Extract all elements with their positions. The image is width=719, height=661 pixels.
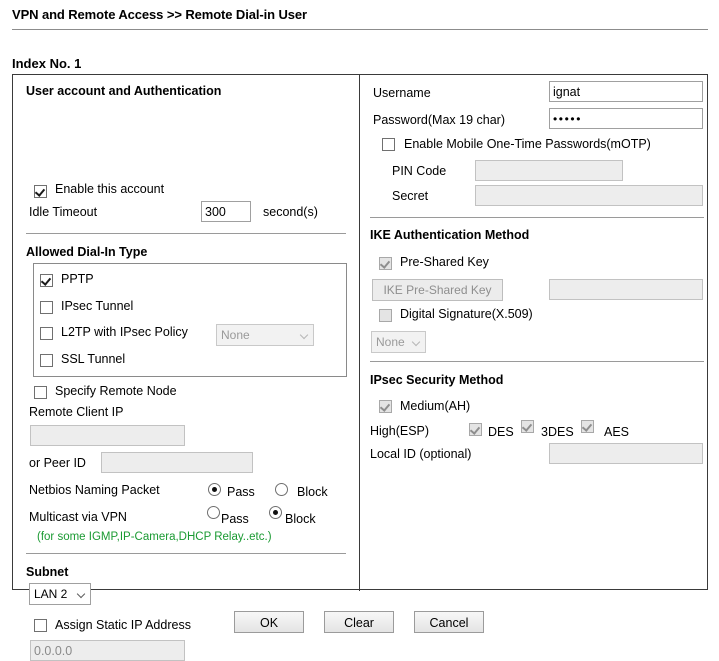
username-input[interactable]: [549, 81, 703, 102]
header-divider: [12, 29, 708, 30]
pptp-checkbox[interactable]: [40, 274, 53, 287]
section-divider-1: [26, 233, 346, 234]
netbios-pass-label: Pass: [227, 485, 255, 499]
remote-client-ip-input[interactable]: [30, 425, 185, 446]
chevron-down-icon: [301, 332, 309, 337]
secret-input[interactable]: [475, 185, 703, 206]
aes-label: AES: [604, 425, 630, 439]
peer-id-label: or Peer ID: [29, 456, 86, 470]
settings-panel: User account and Authentication Enable t…: [12, 74, 708, 661]
enable-account-label: Enable this account: [55, 182, 165, 196]
page-title: Index No. 1: [12, 56, 82, 71]
specify-remote-node-label: Specify Remote Node: [55, 384, 177, 398]
netbios-label: Netbios Naming Packet: [29, 483, 160, 497]
motp-checkbox[interactable]: [382, 138, 395, 151]
netbios-pass-radio[interactable]: [208, 483, 221, 496]
section-divider-2: [26, 553, 346, 554]
static-ip-input[interactable]: [30, 640, 185, 661]
dialin-type-section-title: Allowed Dial-In Type: [26, 245, 148, 259]
subnet-select[interactable]: LAN 2: [29, 583, 91, 605]
local-id-input[interactable]: [549, 443, 703, 464]
multicast-pass-radio[interactable]: [207, 506, 220, 519]
3des-checkbox[interactable]: [521, 420, 534, 433]
ike-pre-shared-key-input[interactable]: [549, 279, 703, 300]
section-divider-3: [370, 217, 704, 218]
enable-account-checkbox[interactable]: [34, 185, 47, 198]
medium-ah-label: Medium(AH): [400, 399, 471, 413]
idle-timeout-input[interactable]: [201, 201, 251, 222]
idle-timeout-label: Idle Timeout: [29, 205, 98, 219]
ike-pre-shared-key-button[interactable]: IKE Pre-Shared Key: [372, 279, 503, 301]
idle-timeout-unit-label: second(s): [263, 205, 318, 219]
ipsec-tunnel-label: IPsec Tunnel: [61, 299, 134, 313]
user-account-section-title: User account and Authentication: [26, 84, 222, 98]
digital-signature-select[interactable]: None: [371, 331, 426, 353]
ok-button[interactable]: OK: [234, 611, 304, 633]
motp-label: Enable Mobile One-Time Passwords(mOTP): [404, 137, 651, 151]
l2tp-ipsec-policy-select[interactable]: None: [216, 324, 314, 346]
netbios-block-label: Block: [297, 485, 328, 499]
local-id-label: Local ID (optional): [370, 447, 472, 461]
des-label: DES: [488, 425, 514, 439]
clear-button[interactable]: Clear: [324, 611, 394, 633]
pin-code-label: PIN Code: [392, 164, 447, 178]
ipsec-tunnel-checkbox[interactable]: [40, 301, 53, 314]
peer-id-input[interactable]: [101, 452, 253, 473]
assign-static-ip-label: Assign Static IP Address: [55, 618, 191, 632]
netbios-block-radio[interactable]: [275, 483, 288, 496]
subnet-section-title: Subnet: [26, 565, 69, 579]
section-divider-4: [370, 361, 704, 362]
digital-signature-checkbox[interactable]: [379, 309, 392, 322]
multicast-pass-label: Pass: [221, 512, 249, 526]
assign-static-ip-checkbox[interactable]: [34, 619, 47, 632]
remote-client-ip-label: Remote Client IP: [29, 405, 124, 419]
l2tp-checkbox[interactable]: [40, 327, 53, 340]
medium-ah-checkbox[interactable]: [379, 400, 392, 413]
ipsec-security-section-title: IPsec Security Method: [370, 373, 504, 387]
high-esp-label: High(ESP): [370, 424, 430, 438]
multicast-hint-text: (for some IGMP,IP-Camera,DHCP Relay..etc…: [37, 531, 272, 543]
pre-shared-key-checkbox[interactable]: [379, 257, 392, 270]
multicast-label: Multicast via VPN: [29, 510, 127, 524]
l2tp-label: L2TP with IPsec Policy: [61, 325, 188, 339]
ssl-tunnel-label: SSL Tunnel: [61, 352, 126, 366]
left-column: User account and Authentication Enable t…: [13, 75, 359, 661]
ike-auth-section-title: IKE Authentication Method: [370, 228, 530, 242]
l2tp-ipsec-policy-value: None: [221, 328, 250, 342]
ssl-tunnel-checkbox[interactable]: [40, 354, 53, 367]
chevron-down-icon: [413, 339, 421, 344]
pin-code-input[interactable]: [475, 160, 623, 181]
pptp-label: PPTP: [61, 272, 94, 286]
chevron-down-icon: [78, 591, 86, 596]
specify-remote-node-checkbox[interactable]: [34, 386, 47, 399]
multicast-block-radio[interactable]: [269, 506, 282, 519]
password-input[interactable]: [549, 108, 703, 129]
cancel-button[interactable]: Cancel: [414, 611, 484, 633]
breadcrumb: VPN and Remote Access >> Remote Dial-in …: [12, 7, 307, 22]
secret-label: Secret: [392, 189, 429, 203]
aes-checkbox[interactable]: [581, 420, 594, 433]
right-column: Username Password(Max 19 char) Enable Mo…: [360, 75, 708, 591]
digital-signature-select-value: None: [376, 335, 405, 349]
password-label: Password(Max 19 char): [373, 113, 505, 127]
digital-signature-label: Digital Signature(X.509): [400, 307, 533, 321]
multicast-block-label: Block: [285, 512, 316, 526]
pre-shared-key-label: Pre-Shared Key: [400, 255, 489, 269]
subnet-select-value: LAN 2: [34, 587, 68, 601]
3des-label: 3DES: [541, 425, 574, 439]
des-checkbox[interactable]: [469, 423, 482, 436]
username-label: Username: [373, 86, 431, 100]
